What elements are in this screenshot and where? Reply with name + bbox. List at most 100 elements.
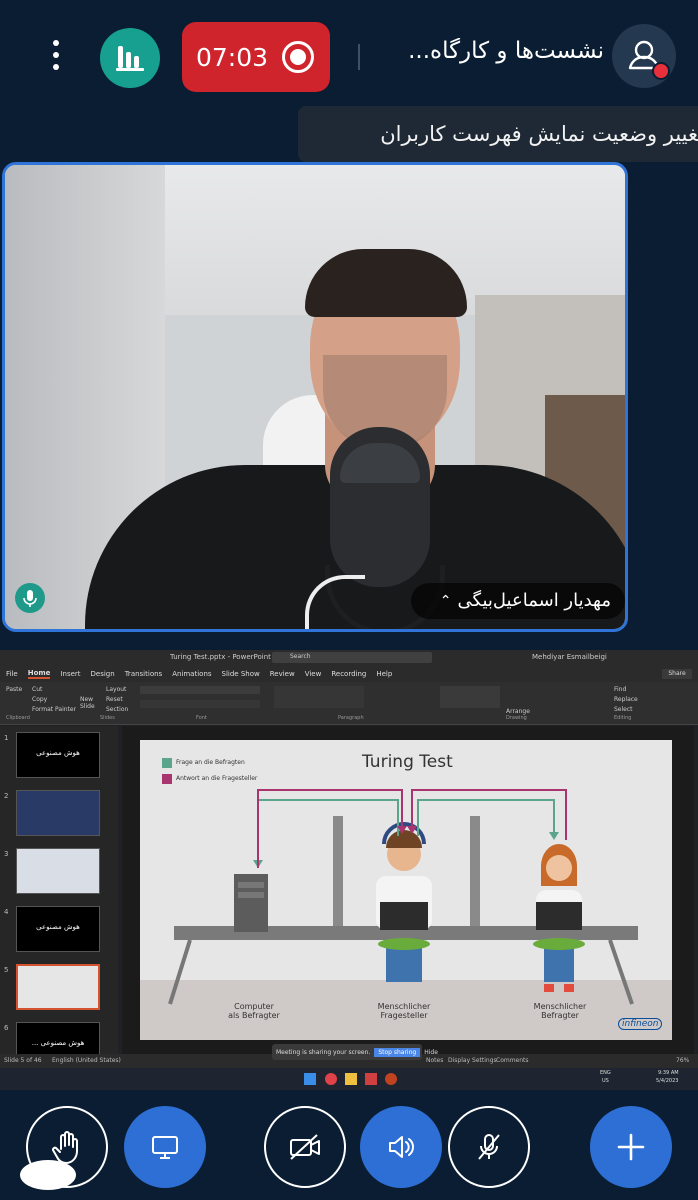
ppt-tab-recording[interactable]: Recording bbox=[331, 670, 366, 678]
infineon-logo: infineon bbox=[618, 1018, 663, 1030]
divider bbox=[358, 44, 360, 70]
copy-button[interactable]: Copy bbox=[32, 696, 47, 703]
mic-toggle-button[interactable] bbox=[448, 1106, 530, 1188]
format-painter-button[interactable]: Format Painter bbox=[32, 706, 76, 713]
slide-thumbnail[interactable]: هوش مصنوعی bbox=[16, 732, 100, 778]
recording-time: 07:03 bbox=[196, 42, 269, 72]
label-human: Menschlicher Befragter bbox=[533, 1002, 587, 1020]
new-slide-button[interactable]: New Slide bbox=[80, 696, 100, 710]
more-options-button[interactable] bbox=[46, 40, 66, 70]
slide-thumbnails: 1 هوش مصنوعی 2 3 4 هوش مصنوعی 5 6 هوش مصنوعی ... bbox=[0, 726, 118, 1068]
cut-button[interactable]: Cut bbox=[32, 686, 42, 693]
speaker-button[interactable] bbox=[360, 1106, 442, 1188]
ppt-ribbon: Paste Cut Copy Format Painter New Slide … bbox=[0, 682, 698, 725]
layout-button[interactable]: Layout bbox=[106, 686, 126, 693]
mic-status bbox=[15, 583, 45, 613]
select-button[interactable]: Select bbox=[614, 706, 633, 713]
thumbnail-number: 3 bbox=[4, 850, 9, 858]
ribbon-group-label: Font bbox=[196, 715, 207, 721]
font-selector[interactable] bbox=[140, 686, 260, 694]
app-icon[interactable] bbox=[325, 1073, 337, 1085]
ppt-tab-help[interactable]: Help bbox=[376, 670, 392, 678]
slide-thumbnail[interactable] bbox=[16, 964, 100, 1010]
paragraph-controls[interactable] bbox=[274, 686, 364, 708]
ribbon-group-label: Paragraph bbox=[338, 715, 364, 721]
ribbon-group-label: Clipboard bbox=[6, 715, 30, 721]
ppt-titlebar: Turing Test.pptx - PowerPoint Search Meh… bbox=[0, 650, 698, 666]
ppt-tab-review[interactable]: Review bbox=[270, 670, 295, 678]
monitor-icon bbox=[152, 1136, 178, 1159]
participant-name-tag[interactable]: مهدیار اسماعیل‌بیگی ⌃ bbox=[411, 583, 625, 619]
ppt-tab-file[interactable]: File bbox=[6, 670, 18, 678]
display-settings-button[interactable]: Display Settings bbox=[448, 1057, 497, 1064]
clock-time: 9:39 AM bbox=[658, 1070, 679, 1076]
hide-button[interactable]: Hide bbox=[424, 1049, 438, 1056]
shapes-gallery[interactable] bbox=[440, 686, 500, 708]
video-off-icon bbox=[290, 1134, 320, 1160]
notes-button[interactable]: Notes bbox=[426, 1057, 443, 1064]
find-button[interactable]: Find bbox=[614, 686, 626, 693]
ppt-tab-design[interactable]: Design bbox=[91, 670, 115, 678]
thumbnail-number: 4 bbox=[4, 908, 9, 916]
current-slide: Turing Test Frage an die Befragten Antwo… bbox=[140, 740, 672, 1040]
input-language[interactable]: ENG bbox=[600, 1070, 611, 1076]
ppt-tab-transitions[interactable]: Transitions bbox=[125, 670, 163, 678]
ppt-tab-slide-show[interactable]: Slide Show bbox=[222, 670, 260, 678]
stop-sharing-button[interactable]: Stop sharing bbox=[374, 1047, 421, 1057]
folder-icon[interactable] bbox=[345, 1073, 357, 1085]
legend-question: Frage an die Befragten bbox=[176, 759, 245, 766]
slide-thumbnail[interactable] bbox=[16, 790, 100, 836]
microphone-icon bbox=[23, 590, 37, 607]
powerpoint-icon[interactable] bbox=[385, 1073, 397, 1085]
thumbnail-number: 2 bbox=[4, 792, 9, 800]
camera-toggle-button[interactable] bbox=[264, 1106, 346, 1188]
thumbnail-number: 6 bbox=[4, 1024, 9, 1032]
reset-button[interactable]: Reset bbox=[106, 696, 123, 703]
zoom-level[interactable]: 76% bbox=[676, 1057, 689, 1064]
stats-button[interactable] bbox=[100, 28, 160, 88]
dot-icon bbox=[53, 64, 59, 70]
share-screen-button[interactable] bbox=[124, 1106, 206, 1188]
ppt-user: Mehdiyar Esmailbeigi bbox=[532, 653, 607, 661]
mic-off-icon bbox=[478, 1134, 500, 1160]
windows-icon[interactable] bbox=[304, 1073, 316, 1085]
tooltip: تغییر وضعیت نمایش فهرست کاربران bbox=[298, 106, 698, 162]
font-format-buttons[interactable] bbox=[140, 700, 260, 708]
slide-thumbnail[interactable] bbox=[16, 848, 100, 894]
bar-chart-icon bbox=[116, 46, 144, 71]
slide-thumbnail[interactable]: هوش مصنوعی bbox=[16, 906, 100, 952]
meeting-title[interactable]: نشست‌ها و کارگاه... bbox=[372, 38, 604, 76]
ppt-tab-view[interactable]: View bbox=[305, 670, 322, 678]
label-computer: Computer als Befragter bbox=[228, 1002, 280, 1020]
section-button[interactable]: Section bbox=[106, 706, 128, 713]
app-icon[interactable] bbox=[365, 1073, 377, 1085]
thumbnail-number: 5 bbox=[4, 966, 9, 974]
paste-button[interactable]: Paste bbox=[6, 686, 22, 693]
record-icon bbox=[282, 41, 314, 73]
ppt-tab-animations[interactable]: Animations bbox=[172, 670, 211, 678]
input-region: US bbox=[602, 1078, 609, 1084]
chevron-up-icon: ⌃ bbox=[439, 593, 452, 609]
reaction-bubble[interactable] bbox=[20, 1160, 76, 1190]
replace-button[interactable]: Replace bbox=[614, 696, 638, 703]
ppt-search[interactable]: Search bbox=[272, 652, 432, 663]
label-interrogator: Menschlicher Fragesteller bbox=[377, 1002, 431, 1020]
add-button[interactable] bbox=[590, 1106, 672, 1188]
ppt-share-button[interactable]: Share bbox=[662, 669, 692, 679]
language-status: English (United States) bbox=[52, 1057, 121, 1064]
tooltip-text: تغییر وضعیت نمایش فهرست کاربران bbox=[380, 122, 698, 146]
ppt-tabs: File Home Insert Design Transitions Animation… bbox=[0, 666, 698, 682]
arrange-button[interactable]: Arrange bbox=[506, 708, 530, 715]
user-list-button[interactable] bbox=[612, 24, 676, 88]
comments-button[interactable]: Comments bbox=[496, 1057, 529, 1064]
ribbon-group-labels: Clipboard Slides Font Paragraph Drawing Editi… bbox=[0, 715, 698, 723]
ppt-tab-home[interactable]: Home bbox=[27, 669, 51, 679]
slide-title: Turing Test bbox=[362, 752, 453, 772]
ribbon-group-label: Editing bbox=[614, 715, 632, 721]
participant-video[interactable]: مهدیار اسماعیل‌بیگی ⌃ bbox=[2, 162, 628, 632]
plus-icon bbox=[617, 1133, 645, 1161]
clock-date: 5/4/2023 bbox=[656, 1078, 679, 1084]
speaker-icon bbox=[389, 1136, 414, 1158]
ppt-tab-insert[interactable]: Insert bbox=[60, 670, 80, 678]
recording-indicator[interactable]: 07:03 bbox=[182, 22, 330, 92]
